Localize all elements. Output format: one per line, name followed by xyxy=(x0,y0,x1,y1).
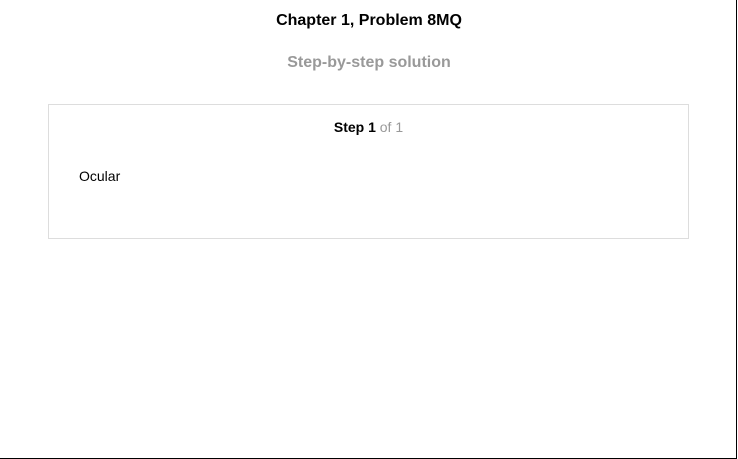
step-header: Step 1 of 1 xyxy=(49,118,688,136)
step-label: Step 1 xyxy=(333,119,376,135)
solution-subtitle: Step-by-step solution xyxy=(287,54,451,71)
step-content: Ocular xyxy=(79,168,121,184)
step-count: of 1 xyxy=(379,119,404,135)
step-card: Step 1 of 1 Ocular xyxy=(48,104,689,239)
chapter-title: Chapter 1, Problem 8MQ xyxy=(276,12,462,29)
